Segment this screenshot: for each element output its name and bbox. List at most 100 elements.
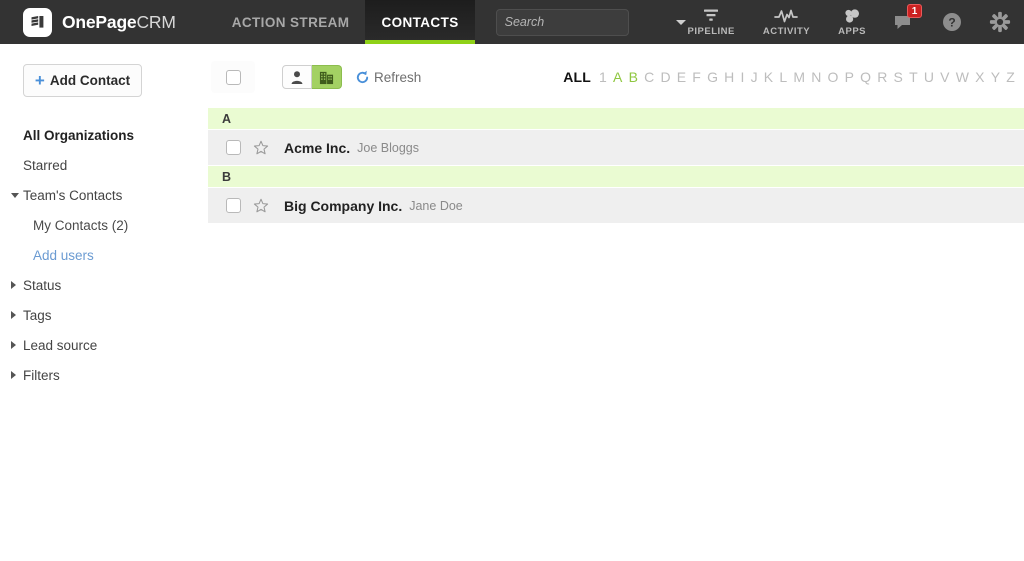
- star-icon[interactable]: [253, 140, 269, 156]
- nav-tab-contacts[interactable]: CONTACTS: [365, 0, 475, 44]
- sidebar-item-status[interactable]: Status: [0, 270, 208, 300]
- header-tool-pipeline[interactable]: PIPELINE: [674, 0, 749, 44]
- alpha-filter-u[interactable]: U: [921, 69, 937, 85]
- sidebar-item-label: Starred: [23, 157, 68, 173]
- select-all-checkbox[interactable]: [225, 69, 241, 85]
- header-tool-apps-label: APPS: [838, 26, 866, 37]
- header-tool-apps[interactable]: APPS: [824, 0, 880, 44]
- refresh-label: Refresh: [374, 69, 422, 85]
- settings-button[interactable]: [976, 0, 1024, 44]
- chevron-down-icon: [11, 192, 19, 198]
- top-header: OnePageCRM ACTION STREAM CONTACTS PIPELI…: [0, 0, 1024, 44]
- organization-name[interactable]: Acme Inc.: [284, 140, 350, 156]
- sidebar-item-team-s-contacts[interactable]: Team's Contacts: [0, 180, 208, 210]
- alpha-filter-c[interactable]: C: [641, 69, 657, 85]
- alpha-filter-i[interactable]: I: [737, 69, 747, 85]
- star-icon[interactable]: [253, 198, 269, 214]
- apps-icon: [842, 7, 862, 24]
- brand-title: OnePageCRM: [62, 12, 176, 33]
- alpha-filter-1[interactable]: 1: [596, 69, 610, 85]
- alpha-filter-g[interactable]: G: [704, 69, 721, 85]
- sidebar-item-filters[interactable]: Filters: [0, 360, 208, 390]
- alpha-filter-s[interactable]: S: [891, 69, 907, 85]
- sidebar-item-add-users[interactable]: Add users: [0, 240, 208, 270]
- view-toggle-companies[interactable]: [312, 65, 342, 89]
- sidebar-item-label: Lead source: [23, 337, 98, 353]
- alpha-filter-k[interactable]: K: [761, 69, 777, 85]
- main-navigation: ACTION STREAM CONTACTS: [216, 0, 475, 44]
- activity-pulse-icon: [774, 7, 799, 24]
- alpha-filter-a[interactable]: A: [610, 69, 626, 85]
- page-body: + Add Contact All Organizations Starred Te…: [0, 44, 1024, 561]
- chevron-right-icon: [11, 341, 16, 349]
- alpha-filter-f[interactable]: F: [689, 69, 704, 85]
- sidebar-item-starred[interactable]: Starred: [0, 150, 208, 180]
- sidebar: + Add Contact All Organizations Starred Te…: [0, 44, 208, 561]
- alpha-filter-m[interactable]: M: [790, 69, 808, 85]
- alpha-filter-z[interactable]: Z: [1003, 69, 1018, 85]
- alphabet-filter: ALL 1 A B C D E F G H I J K L M N O P Q R S T U V W X Y Z: [560, 69, 1024, 85]
- svg-text:?: ?: [948, 16, 955, 30]
- help-button[interactable]: ?: [928, 0, 976, 44]
- chevron-right-icon: [11, 371, 16, 379]
- notifications-button[interactable]: 1: [880, 0, 928, 44]
- sidebar-item-tags[interactable]: Tags: [0, 300, 208, 330]
- sidebar-item-label: Tags: [23, 307, 52, 323]
- sidebar-item-my-contacts-2[interactable]: My Contacts (2): [0, 210, 208, 240]
- chevron-right-icon: [11, 311, 16, 319]
- main-content: Refresh ALL 1 A B C D E F G H I J K L M N O P Q R S T U V W X Y Z A…: [208, 44, 1024, 561]
- alpha-filter-h[interactable]: H: [721, 69, 737, 85]
- alpha-filter-q[interactable]: Q: [857, 69, 874, 85]
- brand-name-thin: CRM: [136, 11, 176, 32]
- sidebar-item-all-organizations[interactable]: All Organizations: [0, 120, 208, 150]
- alpha-filter-d[interactable]: D: [657, 69, 673, 85]
- alpha-filter-p[interactable]: P: [842, 69, 858, 85]
- alpha-filter-b[interactable]: B: [626, 69, 642, 85]
- alpha-filter-y[interactable]: Y: [988, 69, 1004, 85]
- header-tool-activity[interactable]: ACTIVITY: [749, 0, 824, 44]
- alpha-filter-n[interactable]: N: [808, 69, 824, 85]
- refresh-button[interactable]: Refresh: [355, 70, 421, 85]
- view-toggle-people[interactable]: [282, 65, 312, 89]
- group-header: A: [208, 108, 1024, 130]
- header-tool-pipeline-label: PIPELINE: [687, 26, 735, 37]
- add-contact-button[interactable]: + Add Contact: [23, 64, 142, 97]
- alpha-filter-o[interactable]: O: [825, 69, 842, 85]
- alpha-filter-l[interactable]: L: [776, 69, 790, 85]
- sidebar-filter-list: All Organizations Starred Team's Contacts M…: [0, 120, 208, 390]
- alpha-filter-x[interactable]: X: [972, 69, 988, 85]
- alpha-filter-w[interactable]: W: [953, 69, 972, 85]
- alpha-filter-all[interactable]: ALL: [560, 69, 596, 85]
- brand-logo-area[interactable]: OnePageCRM: [23, 7, 176, 37]
- group-header: B: [208, 166, 1024, 188]
- contact-row[interactable]: Acme Inc. Joe Bloggs: [208, 130, 1024, 166]
- sidebar-item-lead-source[interactable]: Lead source: [0, 330, 208, 360]
- sidebar-item-label: Filters: [23, 367, 60, 383]
- alpha-filter-j[interactable]: J: [748, 69, 761, 85]
- alpha-filter-e[interactable]: E: [674, 69, 690, 85]
- funnel-icon: [702, 7, 720, 24]
- nav-tab-action-stream[interactable]: ACTION STREAM: [216, 0, 366, 44]
- contact-row[interactable]: Big Company Inc. Jane Doe: [208, 188, 1024, 224]
- plus-icon: +: [34, 71, 45, 90]
- search-input[interactable]: [496, 15, 676, 29]
- sidebar-item-label: My Contacts (2): [33, 217, 129, 233]
- view-toggle-group: [282, 65, 342, 89]
- person-icon: [291, 70, 303, 84]
- sidebar-item-label: Team's Contacts: [23, 187, 123, 203]
- alpha-filter-r[interactable]: R: [874, 69, 890, 85]
- building-icon: [319, 71, 334, 84]
- search-box[interactable]: [495, 8, 686, 36]
- sidebar-item-label: All Organizations: [23, 127, 135, 143]
- alpha-filter-v[interactable]: V: [937, 69, 953, 85]
- refresh-circular-arrow-icon: [355, 70, 370, 85]
- brand-name-bold: OnePage: [62, 11, 137, 32]
- select-all-container[interactable]: [211, 61, 255, 93]
- alpha-filter-t[interactable]: T: [906, 69, 921, 85]
- row-select-checkbox[interactable]: [226, 140, 241, 155]
- row-select-checkbox[interactable]: [226, 198, 241, 213]
- organization-name[interactable]: Big Company Inc.: [284, 198, 402, 214]
- contact-person-name: Jane Doe: [409, 198, 463, 213]
- notification-badge: 1: [907, 4, 922, 18]
- help-question-icon: ?: [941, 13, 963, 31]
